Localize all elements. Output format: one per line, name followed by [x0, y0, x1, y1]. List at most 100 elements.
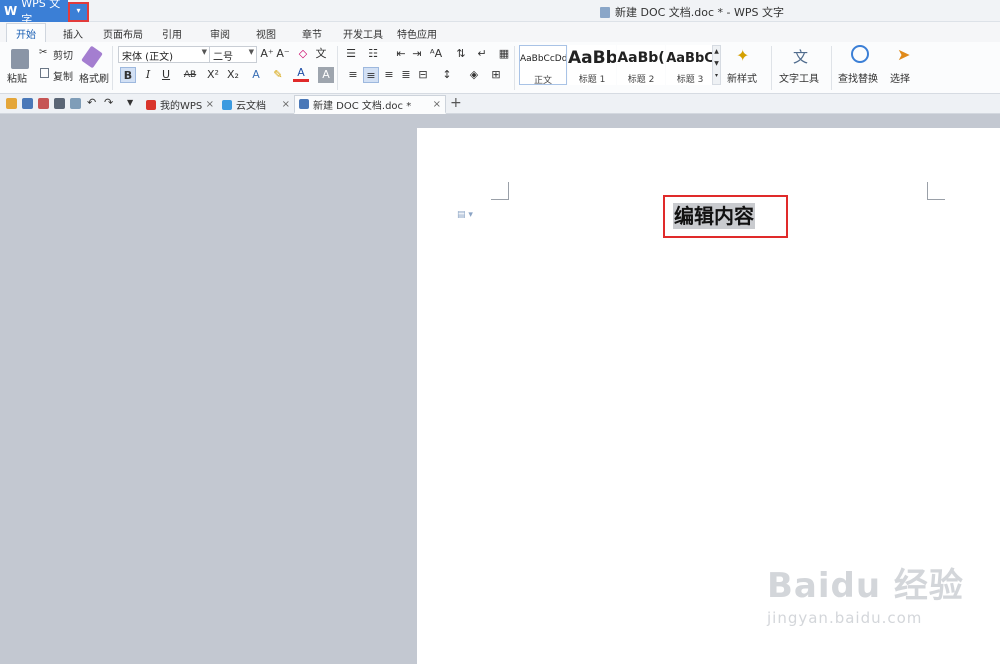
paste-button[interactable]: 粘贴 — [7, 70, 27, 85]
menu-tabs: 开始 插入 页面布局 引用 审阅 视图 章节 开发工具 特色应用 — [0, 22, 1000, 42]
export-pdf-icon[interactable] — [38, 98, 49, 109]
find-replace-icon[interactable] — [851, 45, 869, 63]
margin-corner — [927, 182, 945, 200]
redo-icon[interactable]: ↷ — [104, 96, 113, 109]
cut-button[interactable]: 剪切 — [53, 47, 73, 62]
style-heading-2[interactable]: AaBb( 标题 2 — [617, 45, 665, 85]
new-style-button[interactable]: 新样式 — [727, 70, 757, 85]
tab-cloud-docs[interactable]: 云文档 × — [218, 95, 294, 114]
cut-icon[interactable]: ✂ — [39, 47, 47, 58]
numbered-list-icon[interactable]: ☷ — [365, 46, 381, 62]
text-tools-icon[interactable]: 文 — [793, 46, 808, 67]
app-menu-button[interactable]: W WPS 文字 — [0, 0, 68, 26]
tab-my-wps[interactable]: 我的WPS × — [142, 95, 218, 114]
tab-review[interactable]: 审阅 — [210, 26, 230, 41]
customize-icon[interactable]: ▼ — [127, 98, 133, 107]
document-icon — [600, 6, 610, 18]
align-left-icon[interactable]: ≡ — [345, 67, 361, 83]
shrink-font-icon[interactable]: A⁻ — [275, 46, 291, 62]
tab-home[interactable]: 开始 — [6, 23, 46, 42]
table-icon[interactable]: ▦ — [496, 46, 512, 62]
distribute-icon[interactable]: ⊟ — [415, 67, 431, 83]
clear-format-icon[interactable]: ◇ — [295, 46, 311, 62]
tab-references[interactable]: 引用 — [162, 26, 182, 41]
document-icon — [299, 99, 309, 109]
change-case-icon[interactable]: ᴬA — [428, 46, 444, 62]
increase-indent-icon[interactable]: ⇥ — [409, 46, 425, 62]
align-center-icon[interactable]: ≡ — [363, 67, 379, 83]
strikethrough-button[interactable]: AB — [180, 67, 200, 83]
tab-chapter[interactable]: 章节 — [302, 26, 322, 41]
tab-special[interactable]: 特色应用 — [397, 26, 437, 41]
italic-button[interactable]: I — [140, 67, 156, 83]
sort-icon[interactable]: ⇅ — [453, 46, 469, 62]
style-heading-1[interactable]: AaBb 标题 1 — [568, 45, 616, 85]
align-right-icon[interactable]: ≡ — [381, 67, 397, 83]
undo-icon[interactable]: ↶ — [87, 96, 96, 109]
wps-logo-icon — [146, 99, 156, 110]
bold-button[interactable]: B — [120, 67, 136, 83]
open-icon[interactable] — [6, 98, 17, 109]
selected-text[interactable]: 编辑内容 — [673, 203, 755, 229]
tab-new-doc[interactable]: 新建 DOC 文档.doc * × — [294, 95, 446, 114]
highlight-icon[interactable]: ✎ — [270, 67, 286, 83]
line-spacing-icon[interactable]: ↕ — [439, 67, 455, 83]
divider — [771, 46, 772, 90]
tab-view[interactable]: 视图 — [256, 26, 276, 41]
cloud-icon — [222, 99, 232, 110]
app-menu-dropdown-button[interactable]: ▾ — [68, 2, 89, 22]
close-icon[interactable]: × — [206, 99, 214, 110]
subscript-button[interactable]: X₂ — [225, 67, 241, 83]
grow-font-icon[interactable]: A⁺ — [259, 46, 275, 62]
print-icon[interactable] — [54, 98, 65, 109]
justify-icon[interactable]: ≣ — [398, 67, 414, 83]
ribbon: 粘贴 ✂ 剪切 复制 格式刷 宋体 (正文) ▼ 二号 ▼ A⁺ A⁻ ◇ 文 B … — [0, 42, 1000, 94]
font-color-icon[interactable]: A — [293, 67, 309, 82]
phonetic-icon[interactable]: 文 — [313, 46, 329, 62]
copy-button[interactable]: 复制 — [53, 68, 73, 83]
divider — [514, 46, 515, 90]
select-button[interactable]: 选择 — [890, 70, 910, 85]
decrease-indent-icon[interactable]: ⇤ — [393, 46, 409, 62]
tab-insert[interactable]: 插入 — [63, 26, 83, 41]
window-title: 新建 DOC 文档.doc * - WPS 文字 — [600, 4, 784, 20]
text-effect-icon[interactable]: A — [248, 67, 264, 83]
copy-icon[interactable] — [40, 68, 49, 78]
workspace: ▤ ▾ 编辑内容 Baidu 经验 jingyan.baidu.com — [0, 114, 1000, 664]
find-replace-button[interactable]: 查找替换 — [838, 70, 878, 85]
save-icon[interactable] — [22, 98, 33, 109]
document-page[interactable]: ▤ ▾ 编辑内容 Baidu 经验 jingyan.baidu.com — [417, 128, 1000, 664]
wps-logo-icon: W — [4, 4, 18, 18]
watermark: Baidu 经验 jingyan.baidu.com — [767, 566, 964, 627]
shading-icon[interactable]: ◈ — [466, 67, 482, 83]
close-icon[interactable]: × — [433, 99, 441, 110]
tab-developer[interactable]: 开发工具 — [343, 26, 383, 41]
cursor-icon[interactable]: ➤ — [897, 45, 910, 64]
format-painter-button[interactable]: 格式刷 — [79, 70, 109, 85]
title-bar: W WPS 文字 ▾ 新建 DOC 文档.doc * - WPS 文字 — [0, 0, 1000, 26]
styles-scroll[interactable]: ▲ ▼ ▾ — [712, 45, 721, 85]
bullet-list-icon[interactable]: ☰ — [343, 46, 359, 62]
new-tab-icon[interactable]: + — [450, 95, 462, 111]
style-normal[interactable]: AaBbCcDd 正文 — [519, 45, 567, 86]
print-preview-icon[interactable] — [70, 98, 81, 109]
show-marks-icon[interactable]: ↵ — [474, 46, 490, 62]
text-tools-button[interactable]: 文字工具 — [779, 70, 819, 85]
style-heading-3[interactable]: AaBbC 标题 3 — [666, 45, 714, 85]
superscript-button[interactable]: X² — [205, 67, 221, 83]
underline-button[interactable]: U — [158, 67, 174, 83]
divider — [112, 46, 113, 90]
paste-icon[interactable] — [11, 49, 29, 69]
margin-corner — [491, 182, 509, 200]
tab-page-layout[interactable]: 页面布局 — [103, 26, 143, 41]
close-icon[interactable]: × — [282, 99, 290, 110]
border-icon[interactable]: ⊞ — [488, 67, 504, 83]
chevron-down-icon: ▼ — [201, 48, 207, 56]
new-style-icon[interactable]: ✦ — [736, 46, 749, 65]
paragraph-handle-icon[interactable]: ▤ ▾ — [457, 210, 473, 220]
font-size-select[interactable]: 二号 ▼ — [209, 46, 257, 63]
highlight-frame: 编辑内容 — [663, 195, 788, 238]
char-shading-icon[interactable]: A — [318, 67, 334, 83]
font-family-select[interactable]: 宋体 (正文) ▼ — [118, 46, 210, 63]
format-painter-icon[interactable] — [81, 45, 103, 69]
